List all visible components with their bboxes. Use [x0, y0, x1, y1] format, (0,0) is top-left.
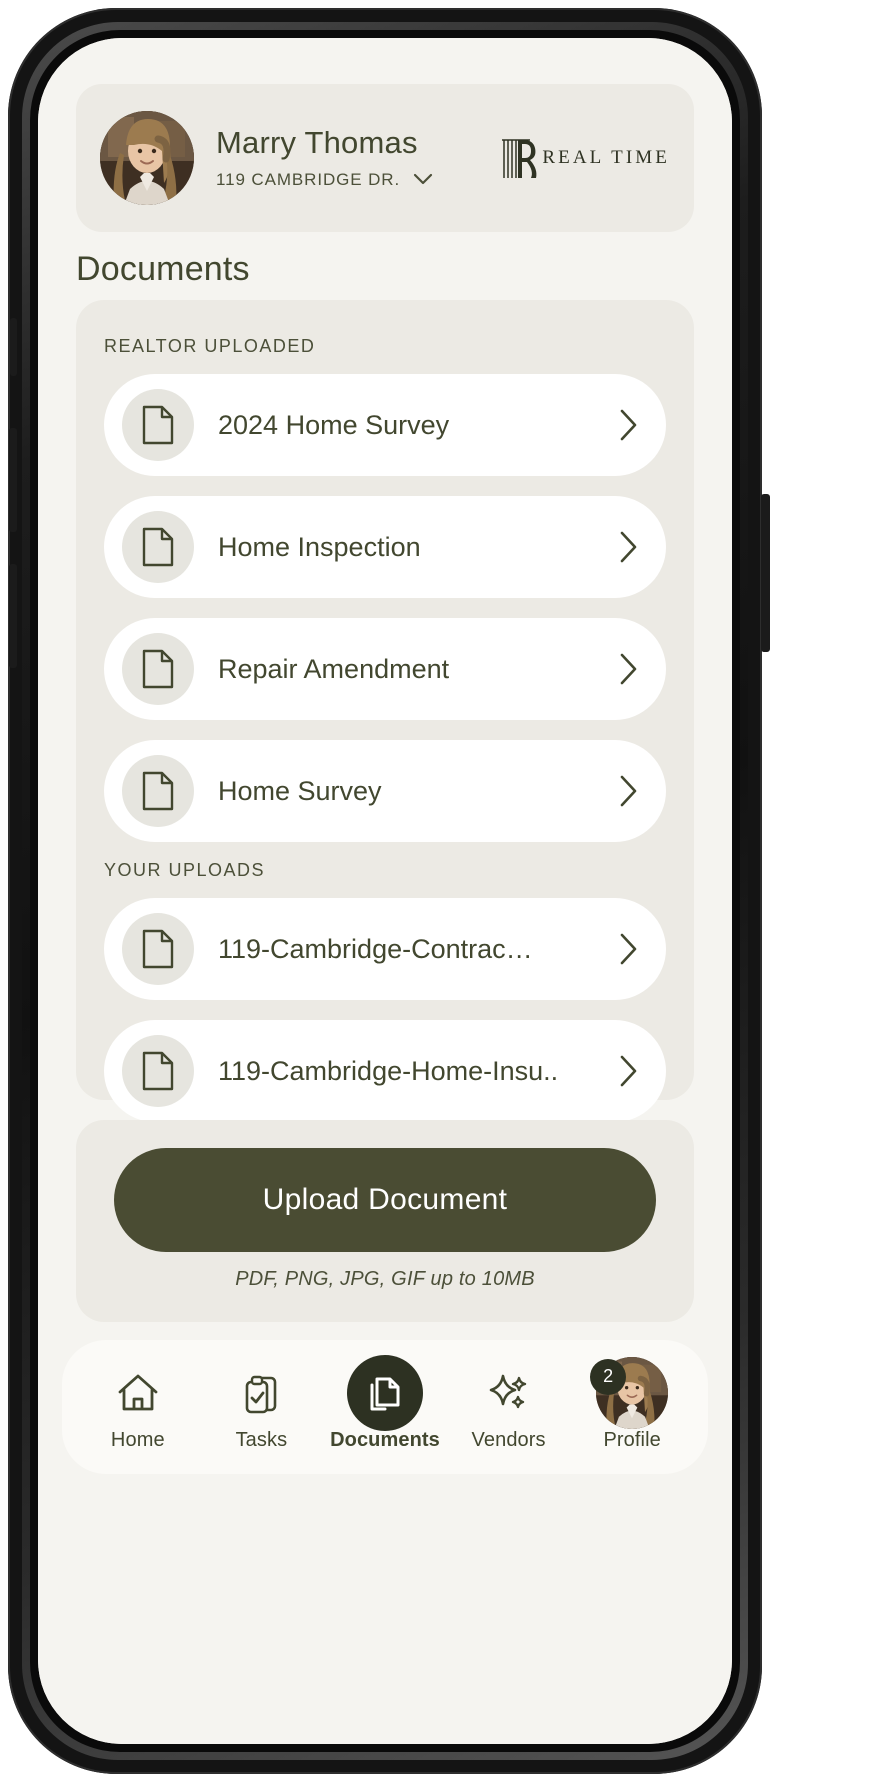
document-icon	[122, 1035, 194, 1107]
chevron-right-icon[interactable]	[618, 651, 640, 687]
document-row-realtor-1[interactable]: Home Inspection	[104, 496, 666, 598]
phone-screen: Marry Thomas 119 CAMBRIDGE DR. REAL TIME…	[38, 38, 732, 1744]
document-title: Repair Amendment	[218, 653, 450, 684]
brand-logo: REAL TIME	[500, 135, 670, 181]
document-title: Home Survey	[218, 775, 382, 806]
user-avatar-icon	[100, 111, 194, 205]
header-text-block: Marry Thomas 119 CAMBRIDGE DR.	[216, 126, 492, 189]
documents-panel: REALTOR UPLOADED 2024 Home Survey Home I…	[76, 300, 694, 1122]
tab-label: Tasks	[235, 1428, 288, 1451]
upload-panel: Upload Document PDF, PNG, JPG, GIF up to…	[76, 1120, 694, 1322]
document-icon	[122, 633, 194, 705]
chevron-right-icon[interactable]	[618, 1053, 640, 1089]
document-row-realtor-0[interactable]: 2024 Home Survey	[104, 374, 666, 476]
realtime-monogram-icon	[500, 135, 540, 181]
profile-avatar-icon: 2	[590, 1356, 669, 1429]
tab-label: Home	[110, 1428, 165, 1451]
power-button[interactable]	[761, 494, 770, 652]
document-icon	[122, 755, 194, 827]
phone-device-frame: Marry Thomas 119 CAMBRIDGE DR. REAL TIME…	[8, 8, 770, 1774]
clipboard-check-icon	[238, 1363, 284, 1423]
upload-hint-text: PDF, PNG, JPG, GIF up to 10MB	[235, 1268, 535, 1290]
volume-down-button[interactable]	[9, 564, 17, 668]
documents-copy-icon	[370, 1377, 400, 1410]
notification-badge: 2	[590, 1358, 627, 1395]
chevron-down-icon[interactable]	[413, 173, 433, 186]
document-title: 2024 Home Survey	[218, 409, 450, 440]
sparkles-icon	[486, 1363, 532, 1423]
tab-label: Profile	[603, 1428, 661, 1451]
active-tab-indicator	[346, 1354, 423, 1431]
tab-profile[interactable]: 2 Profile	[577, 1356, 687, 1452]
chevron-right-icon[interactable]	[618, 529, 640, 565]
document-icon	[122, 511, 194, 583]
chevron-right-icon[interactable]	[618, 407, 640, 443]
document-row-realtor-3[interactable]: Home Survey	[104, 740, 666, 842]
home-icon	[115, 1363, 161, 1423]
address-label: 119 CAMBRIDGE DR.	[216, 169, 401, 189]
tab-documents[interactable]: Documents	[330, 1354, 440, 1452]
section-label-your-uploads: YOUR UPLOADS	[104, 860, 266, 880]
document-title: 119-Cambridge-Home-Insu..	[218, 1055, 559, 1086]
upload-document-button[interactable]: Upload Document	[114, 1148, 656, 1252]
document-icon	[122, 389, 194, 461]
bottom-tab-bar: Home Tasks Documents Vendors 2 Profile	[62, 1340, 708, 1474]
brand-name: REAL TIME	[542, 147, 670, 168]
chevron-right-icon[interactable]	[618, 931, 640, 967]
document-title: 119-Cambridge-Contrac…	[218, 933, 533, 964]
volume-up-button[interactable]	[9, 428, 17, 532]
tab-label: Vendors	[471, 1428, 546, 1451]
mute-switch[interactable]	[10, 318, 17, 376]
avatar[interactable]	[100, 111, 194, 205]
documents-tab-icon-wrap	[346, 1354, 423, 1431]
tab-home[interactable]: Home	[83, 1363, 193, 1452]
page-title: Documents	[76, 250, 250, 288]
document-row-yours-1[interactable]: 119-Cambridge-Home-Insu..	[104, 1020, 666, 1122]
chevron-right-icon[interactable]	[618, 773, 640, 809]
address-selector[interactable]: 119 CAMBRIDGE DR.	[216, 170, 492, 190]
document-icon	[122, 913, 194, 985]
app-content: Marry Thomas 119 CAMBRIDGE DR. REAL TIME…	[38, 38, 732, 1744]
tab-vendors[interactable]: Vendors	[454, 1363, 564, 1452]
screenshot-root: Marry Thomas 119 CAMBRIDGE DR. REAL TIME…	[0, 0, 870, 1782]
tab-label: Documents	[330, 1428, 440, 1451]
tab-tasks[interactable]: Tasks	[206, 1363, 316, 1452]
profile-header-card[interactable]: Marry Thomas 119 CAMBRIDGE DR. REAL TIME	[76, 84, 694, 232]
document-row-yours-0[interactable]: 119-Cambridge-Contrac…	[104, 898, 666, 1000]
document-title: Home Inspection	[218, 531, 421, 562]
document-row-realtor-2[interactable]: Repair Amendment	[104, 618, 666, 720]
section-label-realtor: REALTOR UPLOADED	[104, 336, 316, 356]
user-name: Marry Thomas	[216, 125, 418, 161]
